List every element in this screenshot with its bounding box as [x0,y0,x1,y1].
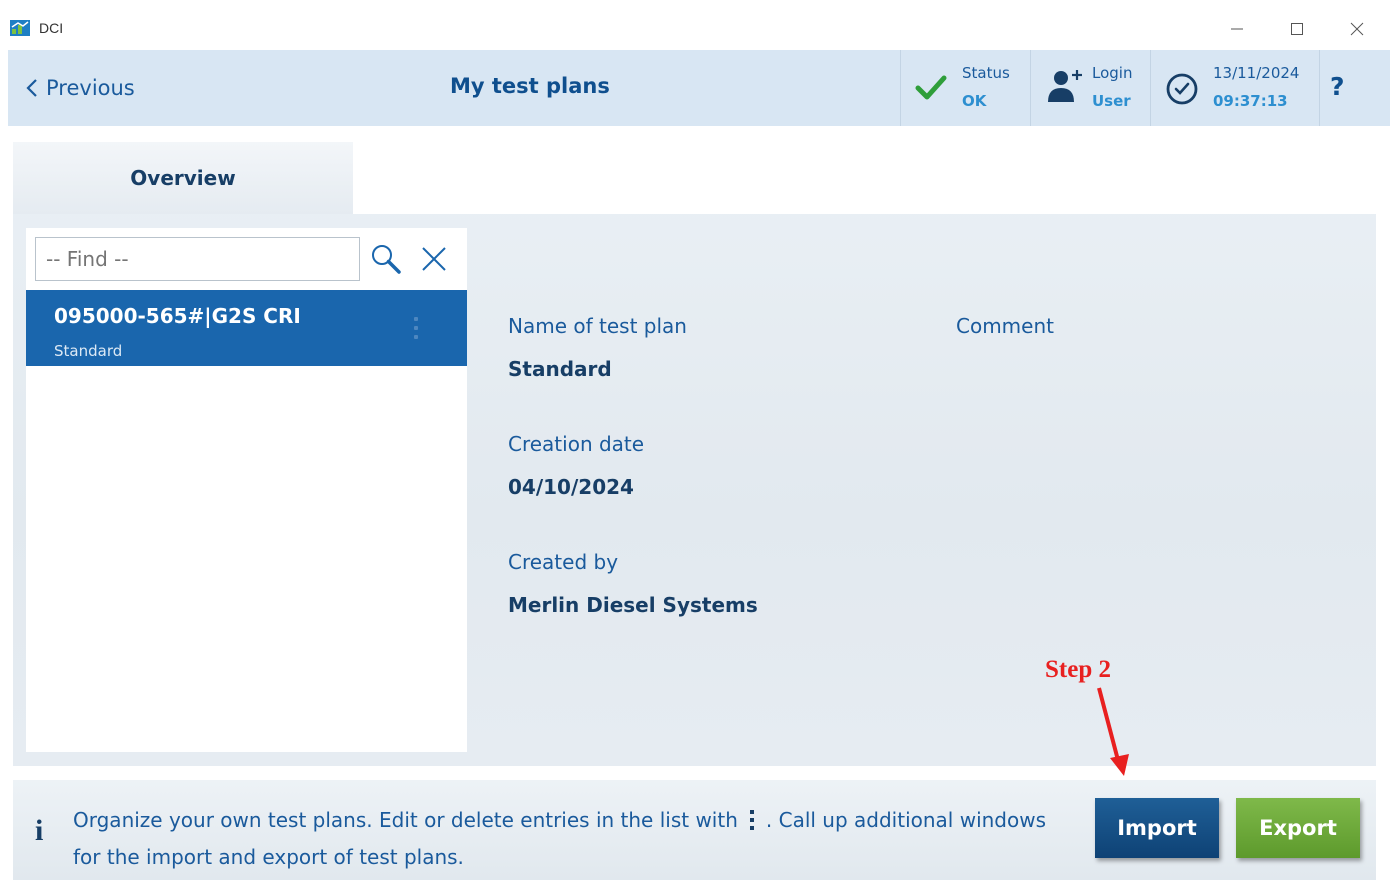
item-menu-button[interactable] [406,310,426,346]
clear-search-button[interactable] [414,239,454,279]
kebab-dot [414,335,418,339]
status-indicator[interactable]: Status OK [901,50,1030,126]
arrow-down-icon [1097,687,1129,776]
creation-date-value: 04/10/2024 [508,475,634,499]
help-button[interactable]: ? [1330,72,1345,101]
footer-help-text: Organize your own test plans. Edit or de… [73,802,1053,876]
tab-overview[interactable]: Overview [13,142,353,214]
footer-text-part1: Organize your own test plans. Edit or de… [73,808,738,832]
creation-date-label: Creation date [508,432,645,456]
app-logo-icon [10,20,30,36]
close-icon [422,247,446,271]
maximize-icon [1291,23,1303,35]
page-title: My test plans [450,74,610,98]
close-icon [1350,22,1364,36]
status-label: Status [962,64,1010,82]
clock-icon [1166,73,1198,105]
date-label: 13/11/2024 [1213,64,1300,82]
status-value: OK [962,92,987,110]
footer-bar: i Organize your own test plans. Edit or … [13,780,1376,880]
datetime-display: 13/11/2024 09:37:13 [1151,50,1319,126]
minimize-icon [1231,28,1243,30]
info-icon: i [35,814,44,847]
checkmark-icon [915,75,947,100]
title-bar: DCI [8,8,1390,50]
kebab-dot [414,326,418,330]
previous-button[interactable]: Previous [26,76,135,100]
minimize-button[interactable] [1214,14,1260,44]
add-user-icon [1048,70,1082,102]
close-window-button[interactable] [1334,14,1380,44]
chevron-left-icon [26,79,37,97]
name-label: Name of test plan [508,314,687,338]
app-title: DCI [39,20,64,36]
app-header: Previous My test plans Status OK Login U… [8,50,1390,126]
header-divider [1319,50,1320,126]
list-item-subtitle: Standard [54,342,123,360]
list-item[interactable]: 095000-565#|G2S CRI Standard [26,290,467,366]
find-input[interactable] [35,237,360,281]
previous-label: Previous [46,76,135,100]
time-value: 09:37:13 [1213,92,1288,110]
main-content: Overview 095000-565#|G2S CRI Standard [13,142,1376,776]
created-by-label: Created by [508,550,619,574]
created-by-value: Merlin Diesel Systems [508,593,758,617]
export-button[interactable]: Export [1236,798,1360,858]
import-button[interactable]: Import [1095,798,1219,858]
comment-label: Comment [956,314,1054,338]
login-value: User [1092,92,1131,110]
name-value: Standard [508,357,612,381]
maximize-button[interactable] [1274,14,1320,44]
tab-overview-label: Overview [130,166,236,190]
list-item-title: 095000-565#|G2S CRI [54,304,301,328]
kebab-menu-icon [749,809,754,830]
step-annotation: Step 2 [1045,656,1111,683]
kebab-dot [414,317,418,321]
search-button[interactable] [366,239,406,279]
tab-strip: Overview [13,142,1376,214]
search-icon [372,245,401,274]
login-label: Login [1092,64,1133,82]
test-plan-list-panel: 095000-565#|G2S CRI Standard [26,228,467,752]
login-indicator[interactable]: Login User [1031,50,1150,126]
